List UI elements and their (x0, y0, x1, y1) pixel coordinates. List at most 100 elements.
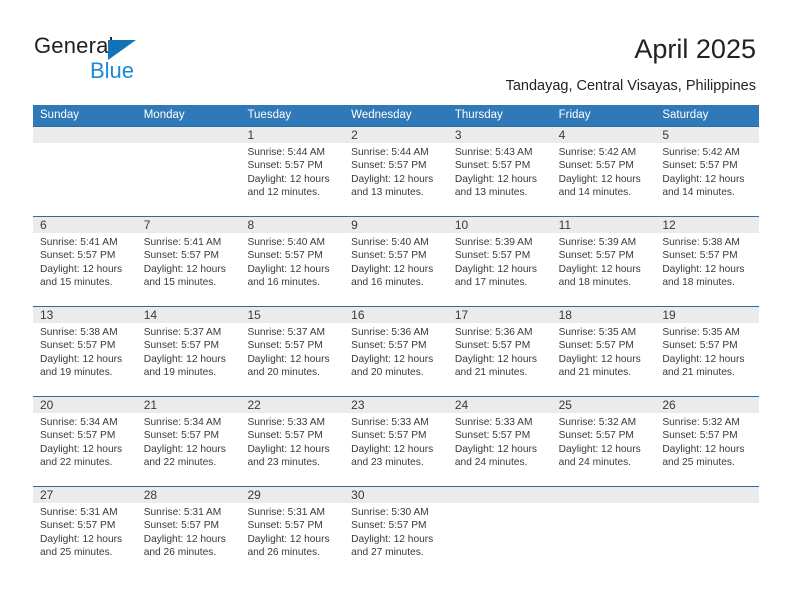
sunrise-text: Sunrise: 5:44 AM (351, 147, 429, 158)
day-number: 12 (662, 218, 676, 232)
day-number: 1 (247, 128, 255, 142)
day-cell[interactable]: 9 Sunrise: 5:40 AM Sunset: 5:57 PM Dayli… (344, 217, 448, 306)
day-cell[interactable]: 22 Sunrise: 5:33 AM Sunset: 5:57 PM Dayl… (240, 397, 345, 486)
day-cell[interactable] (33, 127, 137, 216)
daylight-text: Daylight: 12 hours and 15 minutes. (40, 263, 123, 288)
weekday-header-wednesday: Wednesday (351, 109, 412, 121)
day-cell[interactable]: 15 Sunrise: 5:37 AM Sunset: 5:57 PM Dayl… (240, 307, 345, 396)
day-cell[interactable]: 26 Sunrise: 5:32 AM Sunset: 5:57 PM Dayl… (655, 397, 760, 486)
day-cell[interactable]: 11 Sunrise: 5:39 AM Sunset: 5:57 PM Dayl… (551, 217, 656, 306)
sunrise-text: Sunrise: 5:42 AM (558, 147, 637, 158)
weekday-header-tuesday: Tuesday (247, 109, 292, 121)
daylight-text: Daylight: 12 hours and 23 minutes. (351, 443, 434, 468)
page-header: General Blue April 2025 Tandayag, Centra… (0, 0, 792, 100)
day-number: 25 (558, 398, 572, 412)
location-subtitle: Tandayag, Central Visayas, Philippines (505, 78, 756, 94)
day-cell[interactable]: 24 Sunrise: 5:33 AM Sunset: 5:57 PM Dayl… (447, 397, 552, 486)
day-cell[interactable]: 8 Sunrise: 5:40 AM Sunset: 5:57 PM Dayli… (240, 217, 345, 306)
day-number-band: 22 (240, 397, 345, 413)
sunset-text: Sunset: 5:57 PM (143, 430, 220, 442)
day-cell[interactable]: 27 Sunrise: 5:31 AM Sunset: 5:57 PM Dayl… (33, 487, 137, 576)
sunrise-text: Sunrise: 5:31 AM (40, 507, 118, 518)
sunset-text: Sunset: 5:57 PM (454, 250, 531, 262)
sunset-text: Sunset: 5:57 PM (40, 340, 116, 352)
sunset-text: Sunset: 5:57 PM (351, 250, 427, 262)
day-cell[interactable]: 25 Sunrise: 5:32 AM Sunset: 5:57 PM Dayl… (551, 397, 656, 486)
sunset-text: Sunset: 5:57 PM (351, 340, 427, 352)
day-details: Sunrise: 5:39 AM Sunset: 5:57 PM Dayligh… (552, 233, 656, 289)
daylight-text: Daylight: 12 hours and 24 minutes. (558, 443, 641, 468)
sunset-text: Sunset: 5:57 PM (558, 160, 634, 172)
day-details: Sunrise: 5:35 AM Sunset: 5:57 PM Dayligh… (655, 323, 759, 379)
day-number-band: 23 (344, 397, 448, 413)
day-cell[interactable]: 21 Sunrise: 5:34 AM Sunset: 5:57 PM Dayl… (136, 397, 241, 486)
sunrise-text: Sunrise: 5:30 AM (351, 507, 429, 518)
daylight-text: Daylight: 12 hours and 24 minutes. (454, 443, 537, 468)
day-cell[interactable] (551, 487, 656, 576)
day-number-band: 9 (344, 217, 448, 233)
daylight-text: Daylight: 12 hours and 20 minutes. (351, 353, 434, 378)
day-number-band: 30 (344, 487, 448, 503)
day-number-band: 17 (447, 307, 552, 323)
day-cell[interactable]: 29 Sunrise: 5:31 AM Sunset: 5:57 PM Dayl… (240, 487, 345, 576)
day-cell[interactable]: 6 Sunrise: 5:41 AM Sunset: 5:57 PM Dayli… (33, 217, 137, 306)
day-cell[interactable]: 12 Sunrise: 5:38 AM Sunset: 5:57 PM Dayl… (655, 217, 760, 306)
day-number-band (447, 487, 552, 503)
sunrise-text: Sunrise: 5:42 AM (662, 147, 740, 158)
daylight-text: Daylight: 12 hours and 21 minutes. (454, 353, 537, 378)
day-number-band: 4 (551, 127, 656, 143)
day-cell[interactable]: 13 Sunrise: 5:38 AM Sunset: 5:57 PM Dayl… (33, 307, 137, 396)
day-cell[interactable]: 5 Sunrise: 5:42 AM Sunset: 5:57 PM Dayli… (655, 127, 760, 216)
sunrise-text: Sunrise: 5:39 AM (454, 237, 533, 248)
day-number-band: 25 (551, 397, 656, 413)
day-details: Sunrise: 5:33 AM Sunset: 5:57 PM Dayligh… (448, 413, 552, 469)
day-cell[interactable]: 7 Sunrise: 5:41 AM Sunset: 5:57 PM Dayli… (136, 217, 241, 306)
daylight-text: Daylight: 12 hours and 14 minutes. (558, 173, 641, 198)
daylight-text: Daylight: 12 hours and 21 minutes. (558, 353, 641, 378)
day-cell[interactable]: 4 Sunrise: 5:42 AM Sunset: 5:57 PM Dayli… (551, 127, 656, 216)
day-number: 16 (351, 308, 365, 322)
day-cell[interactable]: 3 Sunrise: 5:43 AM Sunset: 5:57 PM Dayli… (447, 127, 552, 216)
day-cell[interactable]: 20 Sunrise: 5:34 AM Sunset: 5:57 PM Dayl… (33, 397, 137, 486)
day-cell[interactable]: 2 Sunrise: 5:44 AM Sunset: 5:57 PM Dayli… (344, 127, 448, 216)
daylight-text: Daylight: 12 hours and 16 minutes. (351, 263, 434, 288)
day-number: 3 (454, 128, 462, 142)
day-details: Sunrise: 5:44 AM Sunset: 5:57 PM Dayligh… (240, 143, 344, 199)
sunset-text: Sunset: 5:57 PM (143, 250, 220, 262)
day-details: Sunrise: 5:36 AM Sunset: 5:57 PM Dayligh… (344, 323, 448, 379)
day-cell[interactable]: 16 Sunrise: 5:36 AM Sunset: 5:57 PM Dayl… (344, 307, 448, 396)
day-number: 2 (351, 128, 358, 142)
day-cell[interactable] (655, 487, 760, 576)
day-cell[interactable]: 28 Sunrise: 5:31 AM Sunset: 5:57 PM Dayl… (136, 487, 241, 576)
day-details: Sunrise: 5:38 AM Sunset: 5:57 PM Dayligh… (33, 323, 137, 379)
day-cell[interactable]: 1 Sunrise: 5:44 AM Sunset: 5:57 PM Dayli… (240, 127, 345, 216)
daylight-text: Daylight: 12 hours and 16 minutes. (247, 263, 330, 288)
day-number: 26 (662, 398, 676, 412)
day-cell[interactable]: 19 Sunrise: 5:35 AM Sunset: 5:57 PM Dayl… (655, 307, 760, 396)
day-cell[interactable]: 30 Sunrise: 5:30 AM Sunset: 5:57 PM Dayl… (344, 487, 448, 576)
day-details: Sunrise: 5:40 AM Sunset: 5:57 PM Dayligh… (344, 233, 448, 289)
day-details (33, 143, 137, 146)
sunset-text: Sunset: 5:57 PM (247, 250, 323, 262)
sunrise-text: Sunrise: 5:33 AM (454, 417, 533, 428)
sunset-text: Sunset: 5:57 PM (143, 520, 220, 532)
sunrise-text: Sunrise: 5:37 AM (143, 327, 222, 338)
sunrise-text: Sunrise: 5:32 AM (662, 417, 740, 428)
day-number: 20 (40, 398, 54, 412)
day-number: 14 (143, 308, 158, 322)
logo-triangle-icon (108, 40, 136, 60)
sunset-text: Sunset: 5:57 PM (247, 520, 323, 532)
day-cell[interactable]: 18 Sunrise: 5:35 AM Sunset: 5:57 PM Dayl… (551, 307, 656, 396)
day-number-band: 19 (655, 307, 760, 323)
day-cell[interactable] (447, 487, 552, 576)
day-cell[interactable]: 14 Sunrise: 5:37 AM Sunset: 5:57 PM Dayl… (136, 307, 241, 396)
day-details (448, 503, 552, 506)
day-cell[interactable]: 10 Sunrise: 5:39 AM Sunset: 5:57 PM Dayl… (447, 217, 552, 306)
day-cell[interactable] (136, 127, 241, 216)
sunrise-text: Sunrise: 5:40 AM (247, 237, 326, 248)
day-cell[interactable]: 17 Sunrise: 5:36 AM Sunset: 5:57 PM Dayl… (447, 307, 552, 396)
daylight-text: Daylight: 12 hours and 19 minutes. (40, 353, 123, 378)
day-cell[interactable]: 23 Sunrise: 5:33 AM Sunset: 5:57 PM Dayl… (344, 397, 448, 486)
day-number: 5 (662, 128, 669, 142)
day-details (552, 503, 656, 506)
